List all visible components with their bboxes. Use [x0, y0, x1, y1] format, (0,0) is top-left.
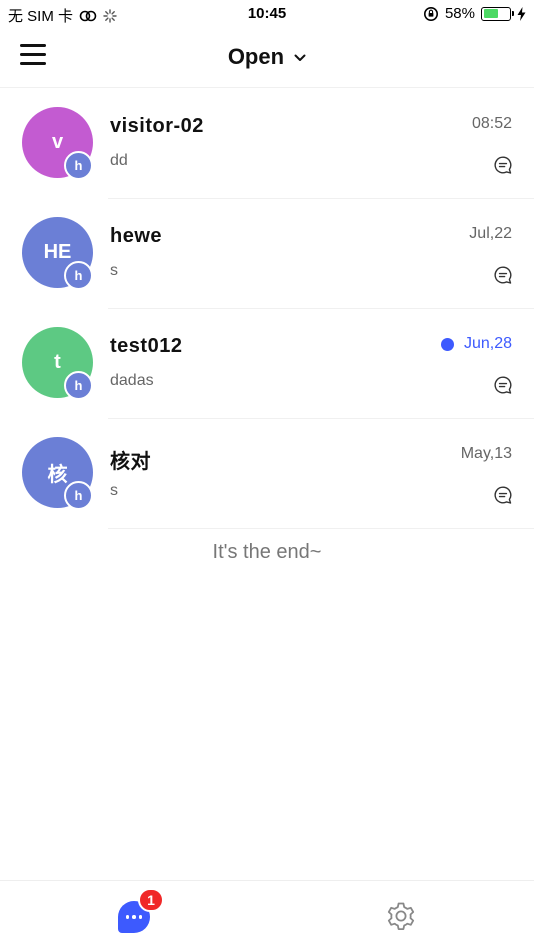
battery-percent: 58% — [444, 5, 475, 22]
charging-bolt-icon — [517, 6, 526, 21]
conversation-preview: dd — [110, 152, 128, 169]
conversation-name: test012 — [110, 335, 183, 357]
conversation-name: hewe — [110, 225, 163, 247]
app-header: Open — [0, 28, 534, 88]
conversation-item[interactable]: v h visitor-02 dd 08:52 — [0, 89, 534, 199]
conversation-time: 08:52 — [462, 115, 512, 133]
chat-icon — [494, 156, 512, 174]
avatar-initial: HE — [43, 241, 72, 263]
agent-badge: h — [64, 481, 93, 510]
conversation-item[interactable]: 核 h 核对 s May,13 — [0, 419, 534, 529]
conversation-preview: dadas — [110, 372, 154, 389]
agent-badge: h — [64, 261, 93, 290]
avatar-initial: t — [54, 351, 61, 373]
status-filter-dropdown[interactable]: Open — [0, 44, 534, 70]
status-bar: 无 SIM 卡 10:45 58% — [0, 0, 534, 28]
bottom-tab-bar: 1 — [0, 880, 534, 950]
conversation-time-label: May,13 — [460, 445, 512, 462]
chevron-down-icon — [294, 54, 306, 62]
avatar-initial: v — [51, 131, 64, 153]
conversation-time: Jul,22 — [459, 225, 512, 243]
rotation-lock-icon — [423, 6, 438, 21]
conversation-item[interactable]: t h test012 dadas Jun,28 — [0, 309, 534, 419]
conversation-name: 核对 — [110, 451, 151, 473]
end-of-list-text: It's the end~ — [212, 541, 322, 563]
chat-icon — [494, 266, 512, 284]
gear-icon[interactable] — [384, 899, 418, 933]
conversation-preview: s — [110, 482, 118, 499]
conversation-preview: s — [110, 262, 118, 279]
battery-icon — [481, 6, 514, 21]
conversation-name: visitor-02 — [110, 115, 204, 137]
header-title: Open — [227, 44, 285, 69]
status-right: 58% — [423, 5, 526, 22]
chat-icon — [494, 486, 512, 504]
tab-chats[interactable]: 1 — [118, 888, 164, 933]
agent-badge: h — [64, 151, 93, 180]
divider — [108, 528, 534, 529]
unread-dot — [440, 337, 454, 351]
conversation-list: v h visitor-02 dd 08:52 HE h hewe s Jul,… — [0, 89, 534, 529]
avatar-initial: 核 — [47, 464, 68, 486]
chat-icon — [494, 376, 512, 394]
battery-fill — [483, 9, 498, 18]
conversation-item[interactable]: HE h hewe s Jul,22 — [0, 199, 534, 309]
conversation-time-label: Jun,28 — [463, 335, 512, 352]
conversation-time-label: Jul,22 — [469, 225, 512, 242]
conversation-time-label: 08:52 — [471, 115, 512, 132]
conversation-time: Jun,28 — [440, 335, 512, 353]
agent-badge: h — [64, 371, 93, 400]
conversation-time: May,13 — [451, 445, 512, 463]
unread-count-badge: 1 — [138, 888, 164, 912]
